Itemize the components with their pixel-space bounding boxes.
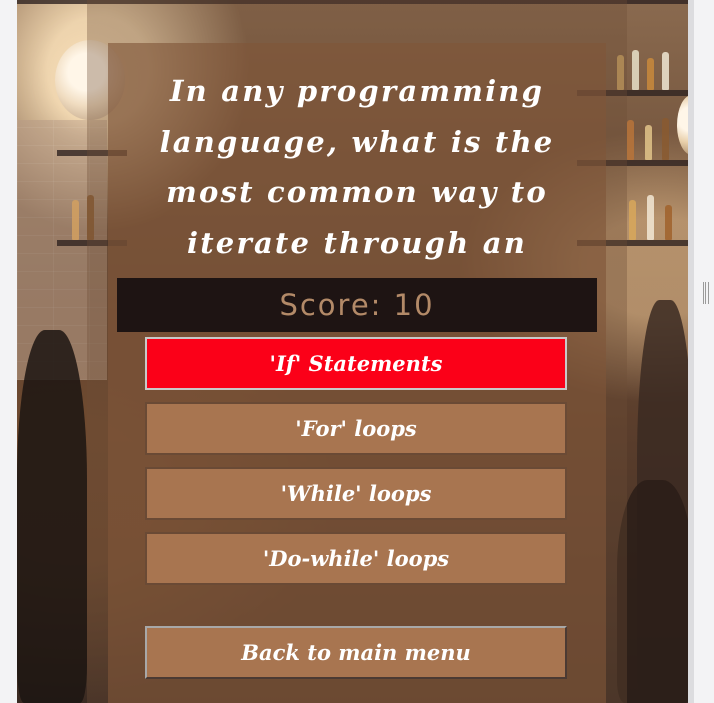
answer-button-2[interactable]: 'For' loops: [145, 402, 567, 455]
bottle: [632, 50, 639, 90]
person-silhouette: [17, 330, 87, 703]
answer-button-1[interactable]: 'If' Statements: [145, 337, 567, 390]
page-viewport: In any programming language, what is the…: [0, 0, 714, 703]
bottle: [647, 195, 654, 240]
answer-label: 'Do-while' loops: [262, 546, 450, 571]
bottle: [662, 52, 669, 90]
back-label: Back to main menu: [241, 640, 471, 665]
bottle: [665, 205, 672, 240]
scrollbar-track[interactable]: [693, 0, 714, 703]
scrollbar-thumb[interactable]: [688, 0, 694, 703]
answer-label: 'For' loops: [295, 416, 417, 441]
score-text: Score: 10: [279, 288, 435, 322]
person-silhouette: [617, 480, 693, 703]
bottle: [72, 200, 79, 240]
back-to-menu-button[interactable]: Back to main menu: [145, 626, 567, 679]
bottle: [647, 58, 654, 90]
window-resize-grip[interactable]: [703, 282, 709, 304]
bottle: [629, 200, 636, 240]
answer-label: 'If' Statements: [269, 351, 443, 376]
answer-button-3[interactable]: 'While' loops: [145, 467, 567, 520]
bottle: [627, 120, 634, 160]
bottle: [662, 118, 669, 160]
bottle: [645, 125, 652, 160]
answer-label: 'While' loops: [280, 481, 432, 506]
score-display: Score: 10: [117, 278, 597, 332]
answer-button-4[interactable]: 'Do-while' loops: [145, 532, 567, 585]
